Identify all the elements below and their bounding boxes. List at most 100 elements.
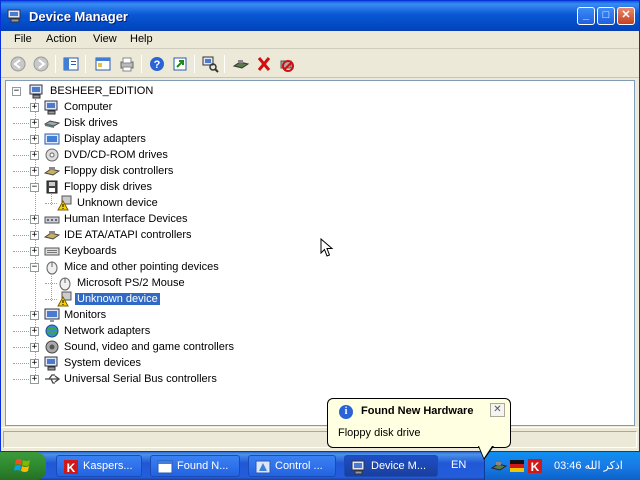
toolbar-separator — [194, 55, 195, 73]
menu-action[interactable]: Action — [46, 33, 77, 45]
balloon-close-button[interactable]: ✕ — [490, 403, 505, 417]
hardware-tray-icon[interactable] — [491, 458, 507, 474]
hid-icon — [44, 216, 60, 224]
task-control-panel[interactable]: Control ... — [248, 455, 336, 477]
taskbar: K Kaspers... Found N... Control ... Devi… — [0, 452, 640, 480]
tree-node-label: Floppy disk controllers — [64, 165, 174, 177]
language-indicator[interactable]: EN — [451, 459, 466, 471]
tree-category-node[interactable]: + IDE ATA/ATAPI controllers — [13, 227, 288, 243]
task-found-new-hardware[interactable]: Found N... — [150, 455, 240, 477]
task-label: Device M... — [371, 460, 427, 472]
minimize-button[interactable]: _ — [577, 7, 595, 25]
collapse-icon[interactable]: − — [30, 183, 39, 192]
tree-category-node[interactable]: + System devices — [13, 355, 288, 371]
tree-category-node[interactable]: − Floppy disk drives — [13, 179, 288, 195]
clock: 03:46 اذكر الله — [554, 460, 623, 472]
forward-icon[interactable] — [32, 55, 50, 73]
collapse-icon[interactable]: − — [30, 263, 39, 272]
sound-icon — [45, 340, 59, 354]
tree-node-label: DVD/CD-ROM drives — [64, 149, 168, 161]
kaspersky-icon: K — [64, 460, 78, 475]
tree-child-node[interactable]: Microsoft PS/2 Mouse — [45, 275, 317, 291]
update-driver-icon[interactable] — [232, 55, 250, 73]
expand-icon[interactable]: + — [30, 167, 39, 176]
up-folder-icon[interactable] — [62, 55, 80, 73]
toolbar: ? — [1, 50, 639, 78]
mouse-icon — [46, 261, 58, 275]
tree-category-node[interactable]: + Sound, video and game controllers — [13, 339, 288, 355]
menu-help[interactable]: Help — [130, 33, 153, 45]
window-title: Device Manager — [29, 9, 128, 24]
disable-icon[interactable] — [278, 55, 296, 73]
tree-child-node[interactable]: Unknown device — [45, 195, 317, 211]
tree-node-label: Keyboards — [64, 245, 117, 257]
task-kaspersky[interactable]: K Kaspers... — [56, 455, 142, 477]
tree-category-node[interactable]: + DVD/CD-ROM drives — [13, 147, 288, 163]
tree-category-node[interactable]: + Human Interface Devices — [13, 211, 288, 227]
uninstall-icon[interactable] — [255, 55, 273, 73]
menu-view[interactable]: View — [93, 33, 117, 45]
print-icon[interactable] — [118, 55, 136, 73]
kaspersky-tray-icon[interactable]: K — [527, 458, 543, 474]
task-label: Control ... — [275, 460, 323, 472]
collapse-icon[interactable]: − — [12, 87, 21, 96]
tree-category-node[interactable]: − Mice and other pointing devices — [13, 259, 288, 275]
tree-node-label: Universal Serial Bus controllers — [64, 373, 217, 385]
expand-icon[interactable]: + — [30, 343, 39, 352]
expand-icon[interactable]: + — [30, 119, 39, 128]
tree-category-node[interactable]: + Universal Serial Bus controllers — [13, 371, 288, 387]
tree-category-node[interactable]: + Keyboards — [13, 243, 288, 259]
tree-category-node[interactable]: + Floppy disk controllers — [13, 163, 288, 179]
expand-icon[interactable]: + — [30, 215, 39, 224]
scan-hardware-icon[interactable] — [201, 55, 219, 73]
title-bar[interactable]: Device Manager _ □ ✕ — [1, 1, 639, 31]
tree-node-label: Disk drives — [64, 117, 118, 129]
monitor-icon — [44, 308, 60, 322]
tree-category-node[interactable]: + Disk drives — [13, 115, 288, 131]
expand-icon[interactable]: + — [30, 247, 39, 256]
tree-category-node[interactable]: + Network adapters — [13, 323, 288, 339]
expand-icon[interactable]: + — [30, 231, 39, 240]
task-device-manager[interactable]: Device M... — [344, 455, 438, 477]
menu-file[interactable]: File — [14, 33, 32, 45]
network-adapter-icon — [45, 324, 59, 338]
close-button[interactable]: ✕ — [617, 7, 635, 25]
start-button[interactable] — [0, 452, 46, 480]
tree-connector — [51, 193, 52, 205]
balloon-text: Floppy disk drive — [338, 427, 421, 439]
tree-root-label: BESHEER_EDITION — [50, 85, 154, 97]
expand-icon[interactable]: + — [30, 135, 39, 144]
expand-icon[interactable]: + — [30, 327, 39, 336]
flag-icon[interactable] — [509, 458, 525, 474]
properties-icon[interactable] — [94, 55, 112, 73]
expand-icon[interactable]: + — [30, 375, 39, 384]
back-icon[interactable] — [9, 55, 27, 73]
tree-node-label: Monitors — [64, 309, 107, 321]
export-icon[interactable] — [171, 55, 189, 73]
tree-node-label: IDE ATA/ATAPI controllers — [64, 229, 192, 241]
svg-text:?: ? — [154, 59, 161, 71]
expand-icon[interactable]: + — [30, 151, 39, 160]
maximize-button[interactable]: □ — [597, 7, 615, 25]
expand-icon[interactable]: + — [30, 103, 39, 112]
tree-connector — [13, 139, 29, 140]
ide-controller-icon — [44, 231, 60, 240]
expand-icon[interactable]: + — [30, 359, 39, 368]
usb-icon — [45, 374, 60, 384]
tree-category-node[interactable]: + Display adapters — [13, 131, 288, 147]
found-new-hardware-balloon[interactable]: i Found New Hardware ✕ Floppy disk drive — [327, 398, 511, 448]
tree-connector — [13, 219, 29, 220]
mouse-cursor-icon — [320, 238, 334, 257]
computer-icon — [29, 84, 43, 99]
tree-connector — [13, 331, 29, 332]
tree-root[interactable]: − BESHEER_EDITION — [12, 83, 212, 99]
device-manager-icon — [7, 9, 21, 23]
info-icon: i — [339, 405, 353, 419]
cdrom-icon — [45, 148, 59, 162]
window-icon — [157, 460, 173, 474]
tree-child-node[interactable]: Unknown device — [45, 291, 317, 307]
help-icon[interactable]: ? — [148, 55, 166, 73]
tree-category-node[interactable]: + Computer — [13, 99, 288, 115]
tree-category-node[interactable]: + Monitors — [13, 307, 288, 323]
expand-icon[interactable]: + — [30, 311, 39, 320]
